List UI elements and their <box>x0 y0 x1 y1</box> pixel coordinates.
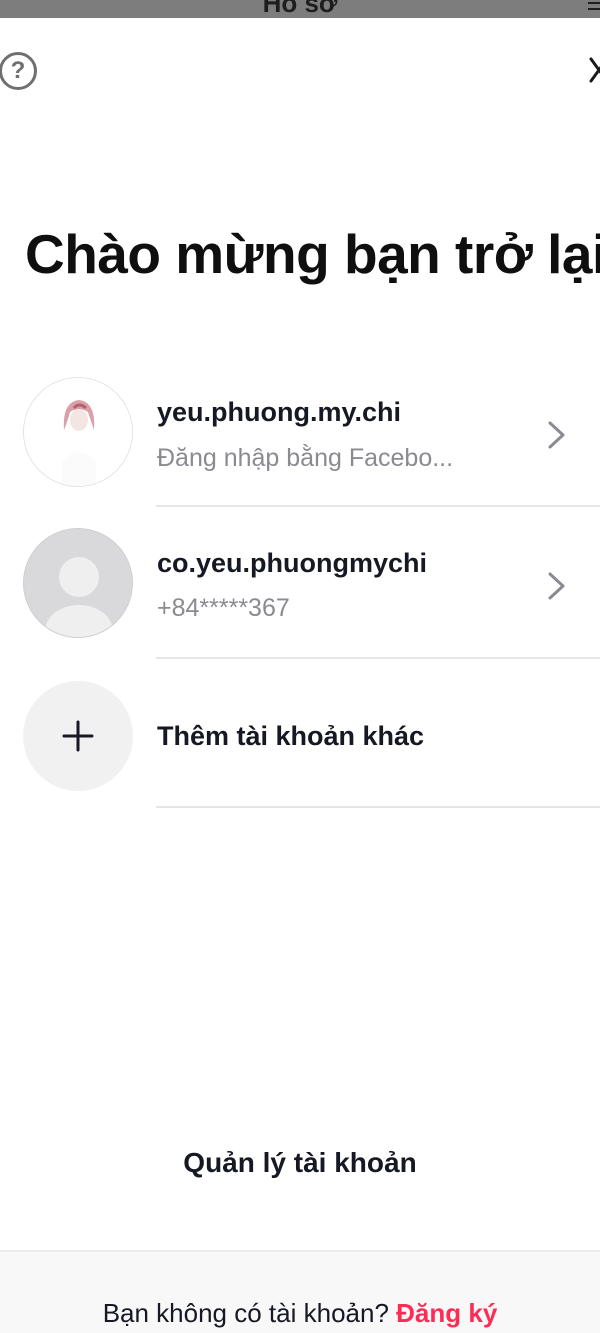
signup-link[interactable]: Đăng ký <box>396 1298 497 1328</box>
account-login-method: Đăng nhập bằng Facebo... <box>157 444 454 472</box>
account-phone: +84*****367 <box>157 594 290 622</box>
close-icon[interactable] <box>588 55 600 85</box>
top-bar: Hồ sơ <box>0 0 600 18</box>
avatar <box>23 528 133 638</box>
footer: Bạn không có tài khoản? Đăng ký <box>0 1250 600 1333</box>
menu-icon[interactable] <box>588 2 600 14</box>
footer-text: Bạn không có tài khoản? Đăng ký <box>0 1298 600 1329</box>
switch-account-screen: Hồ sơ ? Chào mừng bạn trở lại yeu.phuong… <box>0 0 600 1333</box>
account-username: yeu.phuong.my.chi <box>157 397 402 427</box>
page-title: Chào mừng bạn trở lại <box>25 223 600 285</box>
account-row[interactable]: co.yeu.phuongmychi +84*****367 <box>0 508 600 659</box>
avatar <box>23 377 133 487</box>
top-bar-title: Hồ sơ <box>262 0 338 18</box>
divider <box>156 505 600 507</box>
add-account-button[interactable]: Thêm tài khoản khác <box>0 660 600 810</box>
chevron-right-icon <box>546 571 568 601</box>
manage-accounts-button[interactable]: Quản lý tài khoản <box>0 1147 600 1179</box>
add-account-label: Thêm tài khoản khác <box>157 721 425 751</box>
help-icon[interactable]: ? <box>0 52 37 90</box>
account-username: co.yeu.phuongmychi <box>157 548 428 578</box>
no-account-prompt: Bạn không có tài khoản? <box>102 1298 397 1328</box>
divider <box>156 657 600 659</box>
divider <box>156 806 600 808</box>
chevron-right-icon <box>546 420 568 450</box>
plus-icon <box>23 681 133 791</box>
account-row[interactable]: yeu.phuong.my.chi Đăng nhập bằng Facebo.… <box>0 357 600 507</box>
